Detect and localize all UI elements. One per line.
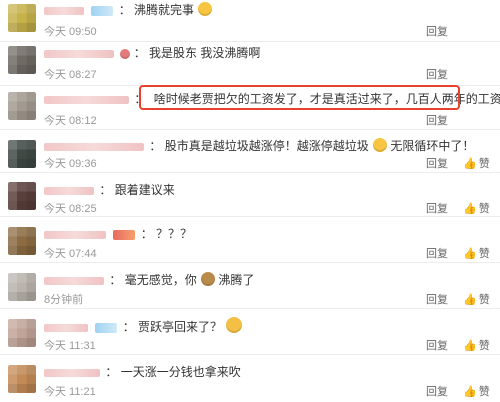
avatar[interactable] bbox=[8, 319, 36, 347]
avatar[interactable] bbox=[8, 365, 36, 393]
colon: ： bbox=[140, 227, 153, 241]
reply-button[interactable]: 回复 bbox=[426, 23, 448, 39]
comment-time: 今天 09:50 bbox=[44, 26, 97, 38]
comment-time: 今天 08:12 bbox=[44, 115, 97, 127]
avatar[interactable] bbox=[8, 46, 36, 74]
colon: ： bbox=[122, 320, 135, 334]
comment-text: ？？？ bbox=[156, 227, 193, 241]
username-blurred[interactable] bbox=[44, 368, 100, 377]
comment-text: 沸腾就完事 bbox=[134, 3, 195, 17]
comment-row: ： 股市真是越垃圾越涨停！越涨停越垃圾 无限循环中了！ 今天 09:36 回复 … bbox=[0, 130, 500, 173]
comment-text: 贾跃亭回来了？ bbox=[138, 320, 223, 334]
like-label: 赞 bbox=[478, 203, 490, 215]
heart-emoji-icon bbox=[120, 49, 131, 59]
reply-button[interactable]: 回复 bbox=[426, 291, 448, 307]
like-label: 赞 bbox=[478, 386, 490, 398]
colon: ： bbox=[133, 46, 146, 60]
cheer-emoji-icon bbox=[201, 272, 216, 286]
reply-button[interactable]: 回复 bbox=[426, 383, 448, 399]
comment-time: 今天 08:25 bbox=[44, 203, 97, 215]
comment-time: 今天 11:21 bbox=[44, 386, 96, 398]
smile-emoji-icon bbox=[226, 317, 243, 333]
comment-time: 今天 11:31 bbox=[44, 340, 96, 352]
avatar[interactable] bbox=[8, 140, 36, 168]
comment-time: 今天 07:44 bbox=[44, 248, 97, 260]
like-button[interactable]: 👍 赞 bbox=[463, 155, 490, 171]
thumbs-up-icon: 👍 bbox=[463, 386, 477, 398]
like-label: 赞 bbox=[478, 158, 490, 170]
comment-row: ： 沸腾就完事 今天 09:50 回复 bbox=[0, 0, 500, 42]
comment-text-line: ： 一天涨一分钱也拿来吹 bbox=[44, 363, 241, 381]
user-badge bbox=[95, 322, 118, 333]
reply-button[interactable]: 回复 bbox=[426, 245, 448, 261]
laughing-emoji-icon bbox=[373, 138, 388, 152]
colon: ： bbox=[99, 183, 112, 197]
username-blurred[interactable] bbox=[44, 323, 88, 332]
comment-text-line: ： 毫无感觉，你 沸腾了 bbox=[44, 271, 254, 289]
username-blurred[interactable] bbox=[44, 230, 106, 239]
user-badge bbox=[113, 229, 136, 240]
comment-row: ： 贾跃亭回来了？ 今天 11:31 回复 👍 赞 bbox=[0, 309, 500, 355]
comment-time: 今天 08:27 bbox=[44, 69, 97, 81]
comment-list: ： 沸腾就完事 今天 09:50 回复 ： 我是股东 我没沸腾啊 今天 08:2… bbox=[0, 0, 500, 402]
comment-row: ： 我是股东 我没沸腾啊 今天 08:27 回复 bbox=[0, 42, 500, 86]
avatar[interactable] bbox=[8, 182, 36, 210]
thumbs-up-icon: 👍 bbox=[463, 294, 477, 306]
reply-button[interactable]: 回复 bbox=[426, 155, 448, 171]
comment-text: 一天涨一分钱也拿来吹 bbox=[120, 365, 241, 379]
comment-text-line: ： 股市真是越垃圾越涨停！越涨停越垃圾 无限循环中了！ bbox=[44, 137, 474, 155]
comment-text: 跟着建议来 bbox=[114, 183, 175, 197]
like-button[interactable]: 👍 赞 bbox=[463, 200, 490, 216]
reply-button[interactable]: 回复 bbox=[426, 66, 448, 82]
comment-text-line: ： 跟着建议来 bbox=[44, 181, 175, 199]
comment-time: 今天 09:36 bbox=[44, 158, 97, 170]
comment-text-line: ： 贾跃亭回来了？ bbox=[44, 317, 243, 336]
comment-text: 我是股东 我没沸腾啊 bbox=[149, 46, 261, 60]
username-blurred[interactable] bbox=[44, 49, 114, 58]
like-label: 赞 bbox=[478, 248, 490, 260]
comment-text: 股市真是越垃圾越涨停！越涨停越垃圾 bbox=[164, 139, 369, 153]
username-blurred[interactable] bbox=[44, 276, 104, 285]
colon: ： bbox=[118, 3, 131, 17]
comment-row: ： 一天涨一分钱也拿来吹 今天 11:21 回复 👍 赞 bbox=[0, 355, 500, 402]
thumbs-up-icon: 👍 bbox=[463, 203, 477, 215]
comment-text-line: ： ？？？ bbox=[44, 225, 192, 243]
like-button[interactable]: 👍 赞 bbox=[463, 245, 490, 261]
user-badge bbox=[91, 5, 114, 16]
comment-text-line: ： 沸腾就完事 bbox=[44, 1, 213, 19]
comment-text: 毫无感觉，你 bbox=[124, 273, 197, 287]
comment-row: ： 毫无感觉，你 沸腾了 8分钟前 回复 👍 赞 bbox=[0, 263, 500, 309]
thumbs-up-icon: 👍 bbox=[463, 158, 477, 170]
comment-time: 8分钟前 bbox=[44, 294, 84, 306]
colon: ： bbox=[149, 139, 162, 153]
laughing-emoji-icon bbox=[198, 2, 213, 16]
comment-text-suffix: 沸腾了 bbox=[218, 273, 255, 287]
like-button[interactable]: 👍 赞 bbox=[463, 291, 490, 307]
like-label: 赞 bbox=[478, 340, 490, 352]
avatar[interactable] bbox=[8, 227, 36, 255]
colon: ： bbox=[105, 365, 118, 379]
thumbs-up-icon: 👍 bbox=[463, 340, 477, 352]
comment-row: ： ？？？ 今天 07:44 回复 👍 赞 bbox=[0, 217, 500, 263]
comment-text-suffix: 无限循环中了！ bbox=[390, 139, 475, 153]
username-blurred[interactable] bbox=[44, 186, 94, 195]
username-blurred[interactable] bbox=[44, 142, 144, 151]
comment-row: ： 跟着建议来 今天 08:25 回复 👍 赞 bbox=[0, 173, 500, 217]
avatar[interactable] bbox=[8, 4, 36, 32]
comment-text-line: ： 我是股东 我没沸腾啊 bbox=[44, 44, 260, 62]
reply-button[interactable]: 回复 bbox=[426, 112, 448, 128]
highlight-box bbox=[139, 85, 460, 110]
username-blurred[interactable] bbox=[44, 95, 129, 104]
like-button[interactable]: 👍 赞 bbox=[463, 337, 490, 353]
avatar[interactable] bbox=[8, 92, 36, 120]
reply-button[interactable]: 回复 bbox=[426, 200, 448, 216]
thumbs-up-icon: 👍 bbox=[463, 248, 477, 260]
reply-button[interactable]: 回复 bbox=[426, 337, 448, 353]
colon: ： bbox=[109, 273, 122, 287]
like-label: 赞 bbox=[478, 294, 490, 306]
avatar[interactable] bbox=[8, 273, 36, 301]
username-blurred[interactable] bbox=[44, 6, 84, 15]
like-button[interactable]: 👍 赞 bbox=[463, 383, 490, 399]
